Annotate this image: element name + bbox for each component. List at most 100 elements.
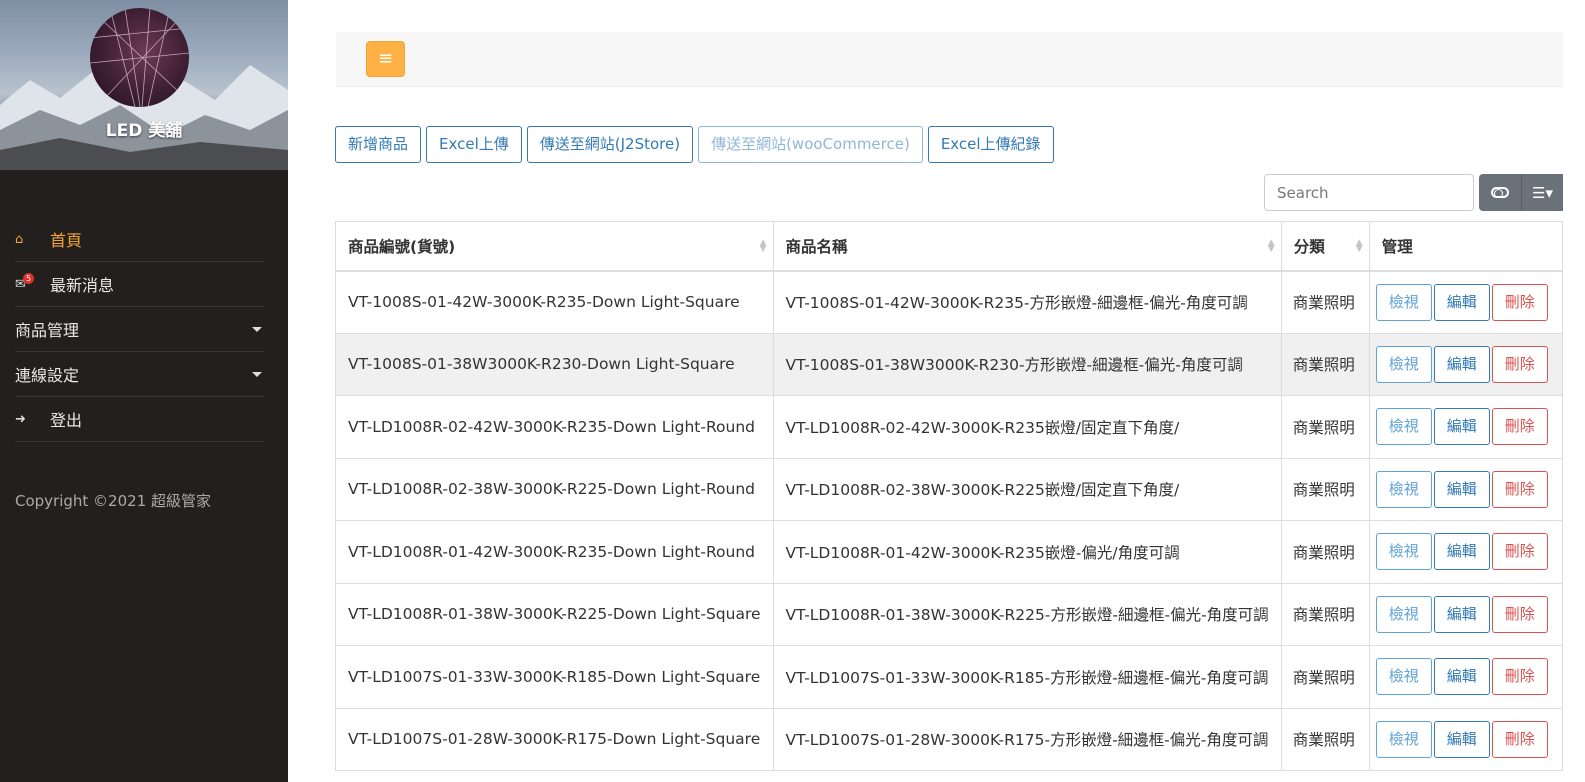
cell-category: 商業照明 [1280,395,1370,459]
table-row: VT-LD1007S-01-33W-3000K-R185-Down Light-… [335,645,1564,709]
avatar [90,8,189,107]
sidebar-item-label: 最新消息 [50,276,115,295]
sort-icon: ▲ ▼ [1267,238,1275,254]
table-row: VT-LD1008R-01-38W-3000K-R225-Down Light-… [335,582,1564,646]
add-product-button[interactable]: 新增商品 [335,126,422,163]
cell-actions: 檢視 編輯 刪除 [1368,645,1564,709]
column-header-name[interactable]: 商品名稱 ▲ ▼ [772,221,1282,272]
cell-name: VT-LD1008R-01-38W-3000K-R225-方形嵌燈-細邊框-偏光… [772,582,1282,646]
send-woocommerce-button[interactable]: 傳送至網站(wooCommerce) [698,126,923,163]
profile-banner: LED 美舖 [0,0,288,170]
sidebar-item-connection-settings[interactable]: 連線設定 [15,352,264,397]
cell-actions: 檢視 編輯 刪除 [1368,582,1564,646]
view-button[interactable]: 檢視 [1375,408,1432,446]
column-header-category[interactable]: 分類 ▲ ▼ [1280,221,1370,272]
cell-sku: VT-LD1008R-02-38W-3000K-R225-Down Light-… [335,457,774,521]
chevron-down-icon [252,327,262,332]
view-button[interactable]: 檢視 [1375,658,1432,696]
cell-sku: VT-1008S-01-38W3000K-R230-Down Light-Squ… [335,332,774,396]
cell-actions: 檢視 編輯 刪除 [1368,332,1564,396]
view-button[interactable]: 檢視 [1375,595,1432,633]
copyright-text: Copyright ©2021 超級管家 [15,492,212,510]
menu-toggle-button[interactable]: ≡ [366,41,405,77]
column-header-actions: 管理 [1368,221,1564,272]
table-row: VT-1008S-01-38W3000K-R230-Down Light-Squ… [335,332,1564,396]
view-button[interactable]: 檢視 [1375,283,1432,321]
list-icon: ☰▾ [1532,183,1553,202]
delete-button[interactable]: 刪除 [1491,345,1548,383]
table-row: VT-LD1007S-01-28W-3000K-R175-Down Light-… [335,707,1564,771]
cell-sku: VT-LD1008R-01-38W-3000K-R225-Down Light-… [335,582,774,646]
delete-button[interactable]: 刪除 [1491,595,1548,633]
table-row: VT-LD1008R-01-42W-3000K-R235-Down Light-… [335,520,1564,584]
sidebar-item-logout[interactable]: ➜ 登出 [15,397,264,442]
search-input[interactable] [1264,174,1474,211]
delete-button[interactable]: 刪除 [1491,533,1548,571]
excel-upload-log-button[interactable]: Excel上傳紀錄 [927,126,1054,163]
edit-button[interactable]: 編輯 [1433,408,1490,446]
cell-name: VT-LD1008R-02-38W-3000K-R225嵌燈/固定直下角度/ [772,457,1282,521]
cell-category: 商業照明 [1280,582,1370,646]
sidebar-item-label: 首頁 [50,231,83,250]
cell-category: 商業照明 [1280,270,1370,334]
products-table: 商品編號(貨號) ▲ ▼ 商品名稱 ▲ ▼ 分類 ▲ ▼ 管理 VT-1008S-01… [335,221,1564,771]
cell-name: VT-1008S-01-38W3000K-R230-方形嵌燈-細邊框-偏光-角度… [772,332,1282,396]
view-button[interactable]: 檢視 [1375,470,1432,508]
cell-name: VT-LD1008R-01-42W-3000K-R235嵌燈-偏光/角度可調 [772,520,1282,584]
cell-actions: 檢視 編輯 刪除 [1368,395,1564,459]
cell-category: 商業照明 [1280,332,1370,396]
edit-button[interactable]: 編輯 [1433,533,1490,571]
send-j2store-button[interactable]: 傳送至網站(J2Store) [526,126,694,163]
toolbar: 新增商品 Excel上傳 傳送至網站(J2Store) 傳送至網站(wooCom… [335,126,1059,163]
logout-icon: ➜ [15,411,26,427]
cell-name: VT-LD1008R-02-42W-3000K-R235嵌燈/固定直下角度/ [772,395,1282,459]
edit-button[interactable]: 編輯 [1433,345,1490,383]
cell-category: 商業照明 [1280,520,1370,584]
edit-button[interactable]: 編輯 [1433,720,1490,758]
excel-upload-button[interactable]: Excel上傳 [426,126,522,163]
cell-name: VT-LD1007S-01-28W-3000K-R175-方形嵌燈-細邊框-偏光… [772,707,1282,771]
view-button[interactable]: 檢視 [1375,720,1432,758]
cell-sku: VT-LD1007S-01-28W-3000K-R175-Down Light-… [335,707,774,771]
cell-name: VT-LD1007S-01-33W-3000K-R185-方形嵌燈-細邊框-偏光… [772,645,1282,709]
cell-sku: VT-LD1008R-01-42W-3000K-R235-Down Light-… [335,520,774,584]
delete-button[interactable]: 刪除 [1491,470,1548,508]
notification-badge: 5 [23,273,35,284]
delete-button[interactable]: 刪除 [1491,658,1548,696]
edit-button[interactable]: 編輯 [1433,283,1490,321]
table-view-controls: ☰▾ [1479,174,1563,211]
sidebar-item-product-management[interactable]: 商品管理 [15,307,264,352]
edit-button[interactable]: 編輯 [1433,595,1490,633]
sidebar-nav: ⌂ 首頁 ✉ 5 最新消息 商品管理 連線設定 ➜ 登出 [15,217,264,442]
sidebar-item-news[interactable]: ✉ 5 最新消息 [15,262,264,307]
toggle-icon [1491,187,1509,198]
sidebar-item-label: 登出 [50,411,83,430]
delete-button[interactable]: 刪除 [1491,408,1548,446]
cell-category: 商業照明 [1280,645,1370,709]
columns-dropdown-button[interactable]: ☰▾ [1521,174,1563,211]
brand-name: LED 美舖 [105,121,183,141]
cell-sku: VT-LD1008R-02-42W-3000K-R235-Down Light-… [335,395,774,459]
cell-actions: 檢視 編輯 刪除 [1368,270,1564,334]
top-bar: ≡ [336,32,1563,87]
cell-category: 商業照明 [1280,707,1370,771]
table-row: VT-1008S-01-42W-3000K-R235-Down Light-Sq… [335,270,1564,334]
cell-actions: 檢視 編輯 刪除 [1368,520,1564,584]
table-row: VT-LD1008R-02-42W-3000K-R235-Down Light-… [335,395,1564,459]
table-header-row: 商品編號(貨號) ▲ ▼ 商品名稱 ▲ ▼ 分類 ▲ ▼ 管理 [335,221,1564,272]
view-button[interactable]: 檢視 [1375,533,1432,571]
table-row: VT-LD1008R-02-38W-3000K-R225-Down Light-… [335,457,1564,521]
delete-button[interactable]: 刪除 [1491,283,1548,321]
toggle-view-button[interactable] [1479,174,1521,211]
sidebar: LED 美舖 ⌂ 首頁 ✉ 5 最新消息 商品管理 連線設定 ➜ 登出 Copy… [0,0,288,782]
sort-icon: ▲ ▼ [1355,238,1363,254]
hamburger-icon: ≡ [377,48,394,69]
sidebar-item-label: 商品管理 [15,321,80,340]
edit-button[interactable]: 編輯 [1433,470,1490,508]
sidebar-item-home[interactable]: ⌂ 首頁 [15,217,264,262]
view-button[interactable]: 檢視 [1375,345,1432,383]
column-header-sku[interactable]: 商品編號(貨號) ▲ ▼ [335,221,774,272]
edit-button[interactable]: 編輯 [1433,658,1490,696]
home-icon: ⌂ [15,231,24,247]
delete-button[interactable]: 刪除 [1491,720,1548,758]
